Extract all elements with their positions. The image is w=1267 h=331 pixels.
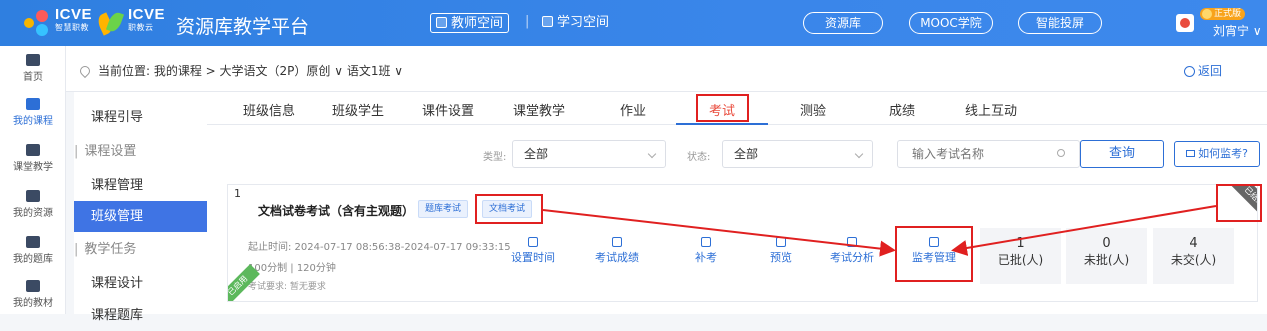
- score-icon: [612, 237, 622, 247]
- makeup-exam-icon: [701, 237, 711, 247]
- user-avatar[interactable]: [1176, 14, 1194, 32]
- chevron-down-icon: [854, 149, 864, 159]
- tab-grades[interactable]: 成绩: [889, 100, 915, 119]
- user-menu[interactable]: 刘宵宁 ∨: [1213, 22, 1262, 39]
- clock-upload-icon: [528, 237, 538, 247]
- textbook-icon: [26, 280, 40, 292]
- teacher-icon: [436, 17, 447, 28]
- breadcrumb[interactable]: 当前位置: 我的课程 > 大学语文（2P）原创 ∨ 语文1班 ∨: [77, 62, 403, 79]
- platform-title: 资源库教学平台: [176, 17, 310, 38]
- mooc-college-button[interactable]: MOOC学院: [909, 12, 993, 34]
- analysis-icon: [847, 237, 857, 247]
- status-select[interactable]: 全部: [722, 140, 873, 168]
- nav-my-textbooks[interactable]: 我的教材: [0, 280, 66, 320]
- tab-class-students[interactable]: 班级学生: [332, 100, 384, 119]
- chevron-down-icon: [647, 149, 657, 159]
- book-icon: [26, 98, 40, 110]
- unsubmitted-count[interactable]: 4 未交(人): [1153, 228, 1234, 284]
- tab-class-info[interactable]: 班级信息: [243, 100, 295, 119]
- back-button[interactable]: 返回: [1184, 62, 1222, 79]
- left-nav: 首页 我的课程 课堂教学 我的资源 我的题库 我的教材: [0, 46, 66, 314]
- exam-name-search-input[interactable]: [897, 140, 1080, 168]
- nav-question-bank[interactable]: 我的题库: [0, 236, 66, 276]
- exam-scores-button[interactable]: 考试成绩: [587, 237, 647, 265]
- highlight-proctor-management: [895, 226, 973, 282]
- smart-cast-button[interactable]: 智能投屏: [1018, 12, 1102, 34]
- exam-score-duration: 100分制 | 120分钟: [248, 263, 336, 274]
- type-select[interactable]: 全部: [512, 140, 666, 168]
- sidebar-item-course-question-bank[interactable]: 课程题库: [74, 300, 207, 331]
- highlight-exam-tab: [696, 94, 749, 122]
- ungraded-count[interactable]: 0 未批(人): [1066, 228, 1147, 284]
- student-icon: [542, 16, 553, 27]
- nav-home[interactable]: 首页: [0, 54, 66, 94]
- zhijiaoyun-logo-text: ICVE 职教云: [128, 6, 166, 33]
- tab-homework[interactable]: 作业: [620, 100, 646, 119]
- exam-requirement: 考试要求: 暂无要求: [248, 282, 326, 292]
- active-tab-indicator: [676, 123, 768, 125]
- tab-courseware-settings[interactable]: 课件设置: [422, 100, 474, 119]
- how-to-monitor-button[interactable]: 如何监考?: [1174, 141, 1260, 167]
- sidebar-group-course-settings[interactable]: 课程设置: [74, 136, 207, 167]
- resource-library-button[interactable]: 资源库: [803, 12, 883, 34]
- nav-classroom[interactable]: 课堂教学: [0, 144, 66, 184]
- zhijiaoyun-logo-icon: [95, 8, 125, 38]
- exam-index: 1: [234, 187, 241, 200]
- set-time-button[interactable]: 设置时间: [503, 237, 563, 265]
- resource-icon: [26, 190, 40, 202]
- main-content: 班级信息 班级学生 课件设置 课堂教学 作业 考试 测验 成绩 线上互动 类型:…: [207, 92, 1267, 314]
- nav-my-courses[interactable]: 我的课程: [0, 98, 66, 138]
- icve-logo-text: ICVE 智慧职教: [55, 6, 93, 33]
- tag-question-bank-exam: 题库考试: [418, 200, 469, 218]
- breadcrumb-bar: 当前位置: 我的课程 > 大学语文（2P）原创 ∨ 语文1班 ∨ 返回: [66, 46, 1267, 92]
- eye-icon: [776, 237, 786, 247]
- monitor-screen-icon: [1186, 150, 1196, 157]
- type-filter-label: 类型:: [483, 152, 507, 163]
- highlight-ended-ribbon: [1216, 184, 1262, 222]
- query-button[interactable]: 查询: [1080, 140, 1164, 168]
- exam-time-range: 起止时间: 2024-07-17 08:56:38-2024-07-17 09:…: [248, 242, 511, 253]
- tab-classroom-teaching[interactable]: 课堂教学: [513, 100, 565, 119]
- preview-button[interactable]: 预览: [751, 237, 811, 265]
- status-filter-label: 状态:: [687, 152, 711, 163]
- course-sidebar: 课程引导 课程设置 课程管理 班级管理 教学任务 课程设计 课程题库: [74, 92, 207, 323]
- tab-student-space[interactable]: 学习空间: [537, 13, 614, 33]
- sidebar-item-course-design[interactable]: 课程设计: [74, 268, 207, 299]
- back-icon: [1184, 66, 1195, 77]
- exam-card: 1 文档试卷考试（含有主观题） 题库考试 文档考试 起止时间: 2024-07-…: [227, 184, 1258, 302]
- home-icon: [26, 54, 40, 66]
- question-bank-icon: [26, 236, 40, 248]
- edition-badge: 正式版: [1200, 8, 1246, 20]
- graded-count[interactable]: 1 已批(人): [980, 228, 1061, 284]
- makeup-exam-button[interactable]: 补考: [676, 237, 736, 265]
- screen-icon: [26, 144, 40, 156]
- sidebar-item-class-management[interactable]: 班级管理: [74, 201, 207, 232]
- location-pin-icon: [77, 63, 93, 79]
- sidebar-item-course-guide[interactable]: 课程引导: [74, 102, 207, 133]
- icve-logo-icon: [24, 8, 52, 38]
- top-header: ICVE 智慧职教 ICVE 职教云 资源库教学平台 教师空间 | 学习空间 资源库…: [0, 0, 1267, 46]
- exam-title: 文档试卷考试（含有主观题）: [258, 204, 415, 218]
- exam-analysis-button[interactable]: 考试分析: [822, 237, 882, 265]
- sidebar-item-course-management[interactable]: 课程管理: [74, 170, 207, 201]
- nav-my-resources[interactable]: 我的资源: [0, 190, 66, 230]
- tab-teacher-space[interactable]: 教师空间: [430, 13, 510, 33]
- tab-online-interaction[interactable]: 线上互动: [965, 100, 1017, 119]
- search-icon: [1057, 149, 1065, 157]
- highlight-document-exam-tag: [475, 194, 543, 224]
- sidebar-group-teaching-tasks[interactable]: 教学任务: [74, 234, 207, 265]
- tab-quiz[interactable]: 测验: [800, 100, 826, 119]
- header-separator: |: [525, 14, 530, 29]
